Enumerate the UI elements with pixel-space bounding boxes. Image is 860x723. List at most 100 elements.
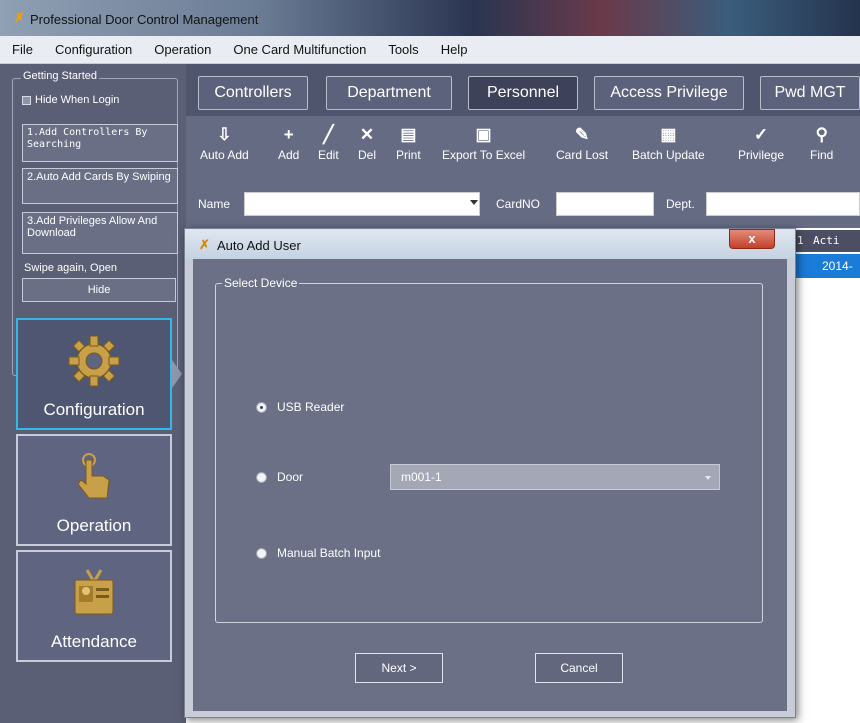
selected-arrow-icon: [172, 360, 182, 388]
toolbar: ⇩ Auto Add + Add ╱ Edit ✕ Del ▤ Print ▣ Export…: [186, 116, 860, 182]
usb-reader-radio[interactable]: [256, 402, 267, 414]
tab-department[interactable]: Department: [326, 76, 452, 110]
name-combobox[interactable]: [244, 192, 480, 216]
tab-access-privilege[interactable]: Access Privilege: [594, 76, 744, 110]
step-add-controllers-button[interactable]: 1.Add Controllers By Searching: [22, 124, 178, 162]
nav-configuration[interactable]: Configuration: [16, 318, 182, 430]
chevron-down-icon: [705, 476, 711, 480]
door-select-value: m001-1: [401, 470, 442, 484]
menu-help[interactable]: Help: [441, 42, 468, 57]
batch-update-icon: ▦: [660, 125, 677, 144]
export-excel-label: Export To Excel: [442, 148, 526, 162]
privilege-button[interactable]: ✓ Privilege: [738, 124, 784, 162]
name-label: Name: [198, 197, 231, 211]
hide-when-login-checkbox[interactable]: [22, 95, 31, 105]
manual-batch-input-radio[interactable]: [256, 548, 267, 560]
window-title: Professional Door Control Management: [30, 12, 259, 27]
manual-batch-input-option[interactable]: Manual Batch Input: [256, 546, 380, 560]
card-lost-label: Card Lost: [556, 148, 609, 162]
add-button[interactable]: + Add: [278, 124, 299, 162]
hide-when-login-label: Hide When Login: [35, 94, 120, 106]
privilege-icon: ✓: [753, 125, 769, 144]
nav-operation[interactable]: Operation: [16, 434, 172, 546]
menu-operation[interactable]: Operation: [154, 42, 211, 57]
door-select[interactable]: m001-1: [390, 464, 720, 490]
door-radio[interactable]: [256, 472, 267, 484]
manual-batch-input-label: Manual Batch Input: [277, 546, 381, 560]
add-label: Add: [278, 148, 300, 162]
dialog-body: Select Device USB Reader Door m001-1 Man…: [193, 259, 787, 711]
excel-icon: ▣: [475, 125, 492, 144]
batch-update-button[interactable]: ▦ Batch Update: [632, 124, 705, 162]
delete-label: Del: [358, 148, 377, 162]
swipe-again-text: Swipe again, Open: [24, 262, 117, 274]
grid-header-active[interactable]: Acti: [813, 234, 840, 247]
dept-input[interactable]: [706, 192, 860, 216]
filter-bar: Name CardNO Dept.: [186, 182, 860, 228]
title-bar: ✗ Professional Door Control Management: [0, 0, 860, 36]
id-badge-icon: [74, 569, 114, 615]
app-icon: ✗: [199, 237, 210, 252]
gear-icon: [68, 335, 120, 387]
tab-bar: Controllers Department Personnel Access …: [186, 64, 860, 116]
app-icon: ✗: [14, 10, 25, 25]
menu-file[interactable]: File: [12, 42, 33, 57]
left-sidebar: Getting Started Hide When Login 1.Add Co…: [8, 68, 182, 718]
cancel-button[interactable]: Cancel: [535, 653, 623, 683]
auto-add-icon: ⇩: [217, 125, 232, 144]
menu-tools[interactable]: Tools: [388, 42, 418, 57]
print-label: Print: [396, 148, 421, 162]
menu-bar: File Configuration Operation One Card Mu…: [0, 36, 860, 64]
tab-pwd-mgt[interactable]: Pwd MGT: [760, 76, 860, 110]
door-option[interactable]: Door: [256, 470, 303, 484]
export-excel-button[interactable]: ▣ Export To Excel: [442, 124, 525, 162]
step-add-privileges-button[interactable]: 3.Add Privileges Allow And Download: [22, 212, 178, 254]
auto-add-label: Auto Add: [200, 148, 249, 162]
print-icon: ▤: [400, 125, 417, 144]
cardno-input[interactable]: [556, 192, 654, 216]
dept-label: Dept.: [666, 197, 695, 211]
nav-operation-label: Operation: [56, 516, 132, 535]
edit-label: Edit: [318, 148, 339, 162]
nav-attendance[interactable]: Attendance: [16, 550, 172, 662]
find-label: Find: [810, 148, 834, 162]
delete-button[interactable]: ✕ Del: [358, 124, 376, 162]
print-button[interactable]: ▤ Print: [396, 124, 421, 162]
select-device-group: Select Device USB Reader Door m001-1 Man…: [215, 276, 763, 623]
add-icon: +: [283, 125, 294, 144]
nav-attendance-label: Attendance: [50, 632, 137, 651]
edit-icon: ╱: [323, 125, 334, 144]
edit-button[interactable]: ╱ Edit: [318, 124, 339, 162]
delete-icon: ✕: [359, 125, 375, 144]
nav-configuration-label: Configuration: [43, 400, 145, 419]
tab-controllers[interactable]: Controllers: [198, 76, 308, 110]
card-lost-button[interactable]: ✎ Card Lost: [556, 124, 608, 162]
hide-when-login[interactable]: Hide When Login: [22, 94, 119, 106]
menu-one-card-multifunction[interactable]: One Card Multifunction: [233, 42, 366, 57]
hand-pointer-icon: [77, 453, 110, 499]
privilege-label: Privilege: [738, 148, 785, 162]
auto-add-button[interactable]: ⇩ Auto Add: [200, 124, 249, 162]
batch-update-label: Batch Update: [632, 148, 705, 162]
step-auto-add-cards-button[interactable]: 2.Auto Add Cards By Swiping: [22, 168, 178, 204]
cardno-label: CardNO: [496, 197, 541, 211]
find-icon: ⚲: [815, 125, 828, 144]
next-button[interactable]: Next >: [355, 653, 443, 683]
getting-started-legend: Getting Started: [21, 70, 99, 82]
close-button[interactable]: x: [729, 229, 775, 249]
chevron-down-icon[interactable]: [470, 200, 478, 205]
grid-header-col: 1: [797, 234, 804, 247]
tab-personnel[interactable]: Personnel: [468, 76, 578, 110]
select-device-legend: Select Device: [222, 276, 300, 290]
grid-row-selected[interactable]: 2014-: [792, 254, 860, 278]
menu-configuration[interactable]: Configuration: [55, 42, 132, 57]
dialog-title-bar[interactable]: ✗ Auto Add User x: [185, 229, 795, 259]
usb-reader-option[interactable]: USB Reader: [256, 400, 344, 414]
hide-button[interactable]: Hide: [22, 278, 176, 302]
find-button[interactable]: ⚲ Find: [810, 124, 833, 162]
grid-header: 1 Acti: [792, 230, 860, 252]
auto-add-user-dialog: ✗ Auto Add User x Select Device USB Read…: [184, 228, 796, 718]
usb-reader-label: USB Reader: [277, 400, 345, 414]
card-lost-icon: ✎: [574, 125, 590, 144]
dialog-title: Auto Add User: [217, 238, 301, 253]
